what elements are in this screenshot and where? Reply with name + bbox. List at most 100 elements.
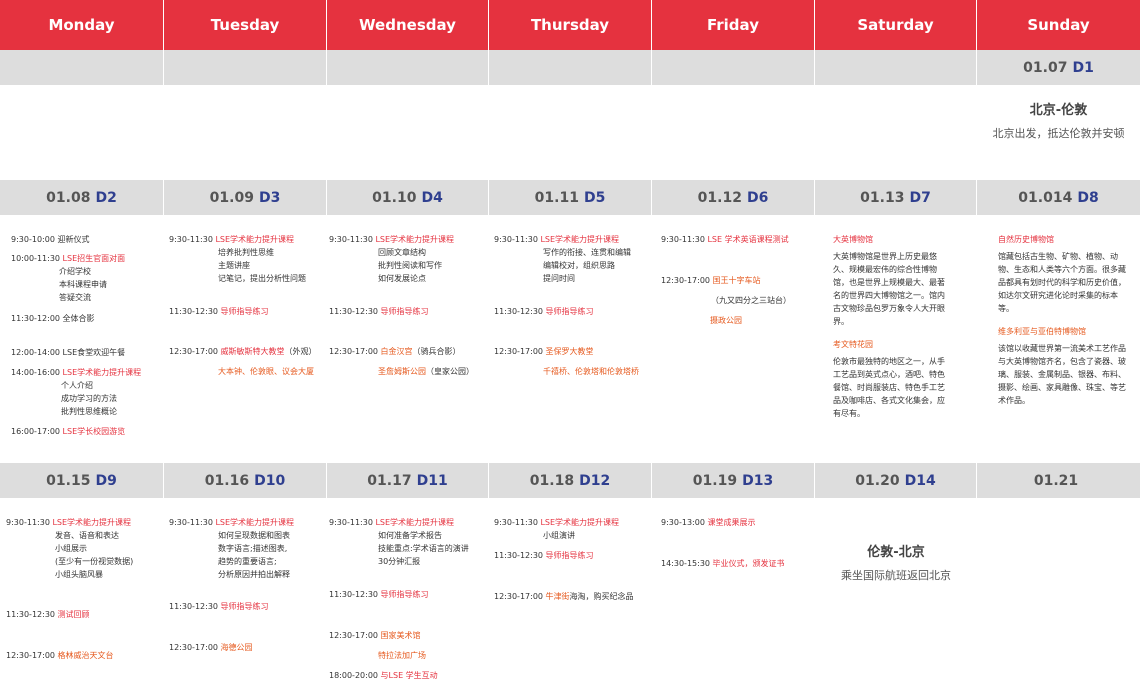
- thursday-d12-schedule: 9:30-11:30 LSE学术能力提升课程 小组演讲 11:30-12:30 …: [494, 516, 649, 676]
- trip-title: 伦敦-北京: [867, 545, 925, 560]
- event-detail: 趋势的重要语言;: [218, 557, 277, 566]
- event-detail: 如何准备学术报告: [378, 531, 442, 540]
- date-text: 01.09: [209, 189, 254, 206]
- date-cell: [0, 50, 164, 85]
- weekday-header: Monday Tuesday Wednesday Thursday Friday…: [0, 0, 1140, 50]
- event: 9:30-11:30 LSE学术能力提升课程: [169, 235, 295, 244]
- date-cell: 01.18 D12: [489, 463, 652, 498]
- wednesday-d11-schedule: 9:30-11:30 LSE学术能力提升课程 如何准备学术报告 技能重点:学术语…: [329, 516, 486, 682]
- event-detail: 分析原因并拍出解释: [218, 570, 290, 579]
- event: 9:30-11:30 LSE学术能力提升课程: [329, 235, 455, 244]
- day-number: D11: [416, 472, 448, 489]
- date-text: 01.11: [534, 189, 579, 206]
- date-text: 01.18: [529, 472, 575, 489]
- weekday-saturday: Saturday: [815, 0, 977, 50]
- day-number: D5: [583, 189, 606, 206]
- sunday-day1-content: 北京-伦敦 北京出发，抵达伦敦并安顿: [977, 104, 1140, 140]
- event-detail: 技能重点:学术语言的演讲: [378, 544, 469, 553]
- date-text: 01.08: [46, 189, 91, 206]
- event: 11:30-12:00 全体合影: [11, 314, 95, 323]
- date-cell: 01.014 D8: [977, 180, 1140, 215]
- event: 12:30-17:00 国王十字车站: [661, 276, 761, 285]
- date-cell: 01.11 D5: [489, 180, 652, 215]
- event: 16:00-17:00 LSE学长校园游览: [11, 427, 126, 436]
- monday-d2-schedule: 9:30-10:00 迎新仪式 10:00-11:30 LSE招生官面对面 介绍…: [11, 233, 161, 458]
- weekday-thursday: Thursday: [489, 0, 652, 50]
- event-place: 特拉法加广场: [378, 651, 426, 660]
- event: 12:30-17:00 国家美术馆: [329, 631, 421, 640]
- event-detail: 介绍学校: [59, 267, 91, 276]
- date-text: 01.13: [860, 189, 905, 206]
- day-number: D9: [95, 472, 117, 489]
- week1-date-band: 01.07 D1: [0, 50, 1140, 85]
- date-cell: [815, 50, 977, 85]
- event: 9:30-10:00 迎新仪式: [11, 235, 90, 244]
- day-number: D3: [258, 189, 281, 206]
- event: 10:00-11:30 LSE招生官面对面: [11, 254, 126, 263]
- event: 9:30-11:30 LSE学术能力提升课程: [329, 518, 455, 527]
- event-detail: 如何呈现数据和图表: [218, 531, 290, 540]
- event: 11:30-12:30 导师指导练习: [329, 307, 429, 316]
- event: 9:30-13:00 课堂成果展示: [661, 518, 756, 527]
- date-text: 01.17: [367, 472, 412, 489]
- day-number: D6: [746, 189, 769, 206]
- event: 12:30-17:00 威斯敏斯特大教堂（外观）: [169, 347, 317, 356]
- date-text: 01.15: [46, 472, 91, 489]
- event: 11:30-12:30 测试回顾: [6, 610, 90, 619]
- event: 9:30-11:30 LSE学术能力提升课程: [169, 518, 295, 527]
- event-detail: 记笔记，提出分析性问题: [218, 274, 306, 283]
- date-cell: 01.09 D3: [164, 180, 327, 215]
- event: 12:30-17:00 牛津街海淘，购买纪念品: [494, 592, 634, 601]
- date-text: 01.21: [1033, 472, 1079, 489]
- date-cell: 01.20 D14: [815, 463, 977, 498]
- date-text: 01.19: [692, 472, 738, 489]
- event-detail: 成功学习的方法: [61, 394, 117, 403]
- trip-title: 北京-伦敦: [1029, 103, 1088, 118]
- wednesday-d4-schedule: 9:30-11:30 LSE学术能力提升课程 回顾文章结构 批判性阅读和写作 如…: [329, 233, 486, 458]
- date-cell: 01.19 D13: [652, 463, 815, 498]
- weekday-tuesday: Tuesday: [164, 0, 327, 50]
- tuesday-d10-schedule: 9:30-11:30 LSE学术能力提升课程 如何呈现数据和图表 数字语言;描述…: [169, 516, 324, 676]
- event-place: 摄政公园: [710, 316, 742, 325]
- trip-desc: 北京出发，抵达伦敦并安顿: [992, 127, 1125, 140]
- date-text: 01.014: [1018, 189, 1073, 206]
- date-cell: [327, 50, 489, 85]
- event: 9:30-11:30 LSE学术能力提升课程: [6, 518, 132, 527]
- date-cell: 01.13 D7: [815, 180, 977, 215]
- event: 9:30-11:30 LSE学术能力提升课程: [494, 518, 620, 527]
- event: 9:30-11:30 LSE学术能力提升课程: [494, 235, 620, 244]
- event: 12:30-17:00 格林威治天文台: [6, 651, 114, 660]
- saturday-d7-schedule: 大英博物馆 大英博物馆是世界上历史最悠久、规模最宏伟的综合性博物馆，也是世界上规…: [833, 233, 948, 458]
- event-detail: 答疑交流: [59, 293, 91, 302]
- event-detail: 提问时间: [543, 274, 575, 283]
- event: 11:30-12:30 导师指导练习: [494, 551, 594, 560]
- date-cell: 01.15 D9: [0, 463, 164, 498]
- event-detail: (至少有一份视觉数据): [55, 557, 134, 566]
- date-cell: 01.21: [977, 463, 1140, 498]
- date-cell: [164, 50, 327, 85]
- weekday-wednesday: Wednesday: [327, 0, 489, 50]
- event: 11:30-12:30 导师指导练习: [494, 307, 594, 316]
- day-number: D8: [1077, 189, 1099, 206]
- event: 圣詹姆斯公园（皇家公园）: [378, 367, 474, 376]
- event-detail: 小组展示: [55, 544, 87, 553]
- day-number: D1: [1072, 59, 1094, 76]
- day-number: D2: [95, 189, 117, 206]
- event: 9:30-11:30 LSE 学术英语课程测试: [661, 235, 789, 244]
- date-cell: [489, 50, 652, 85]
- date-cell: [652, 50, 815, 85]
- event-detail: 主题讲座: [218, 261, 250, 270]
- friday-d13-schedule: 9:30-13:00 课堂成果展示 14:30-15:30 毕业仪式，颁发证书: [661, 516, 813, 676]
- weekday-friday: Friday: [652, 0, 815, 50]
- date-text: 01.07: [1023, 59, 1068, 76]
- date-text: 01.10: [372, 189, 417, 206]
- tuesday-d3-schedule: 9:30-11:30 LSE学术能力提升课程 培养批判性思维 主题讲座 记笔记，…: [169, 233, 324, 458]
- thursday-d5-schedule: 9:30-11:30 LSE学术能力提升课程 写作的衔接、连贯和编辑 编辑校对，…: [494, 233, 649, 458]
- friday-d6-schedule: 9:30-11:30 LSE 学术英语课程测试 12:30-17:00 国王十字…: [661, 233, 813, 458]
- day-number: D7: [909, 189, 931, 206]
- attraction-desc: 该馆以收藏世界第一流美术工艺作品与大英博物馆齐名，包含了瓷器、玻璃、服装、金属制…: [998, 344, 1126, 405]
- attraction-desc: 大英博物馆是世界上历史最悠久、规模最宏伟的综合性博物馆，也是世界上规模最大、最著…: [833, 252, 945, 326]
- date-text: 01.20: [855, 472, 900, 489]
- week3-date-band: 01.15 D9 01.16 D10 01.17 D11 01.18 D12 01.19…: [0, 463, 1140, 498]
- event: 11:30-12:30 导师指导练习: [169, 307, 269, 316]
